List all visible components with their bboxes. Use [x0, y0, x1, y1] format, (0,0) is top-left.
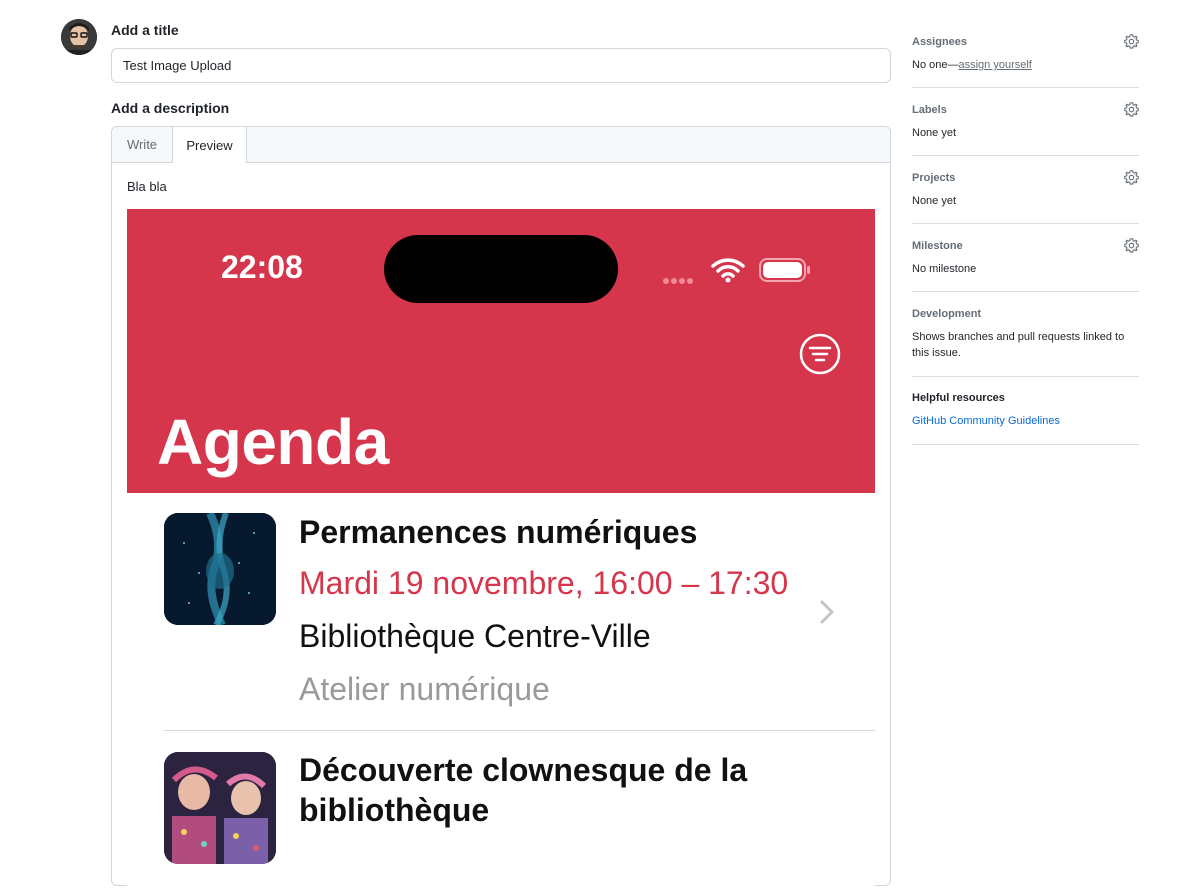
dynamic-island: [384, 235, 618, 303]
labels-value: None yet: [912, 127, 957, 139]
preview-text: Bla bla: [127, 179, 167, 194]
event-thumbnail: [164, 752, 276, 864]
sidebar-development: Development Shows branches and pull requ…: [912, 308, 1139, 377]
event-divider: [164, 730, 875, 731]
sidebar-helpful-resources: Helpful resources GitHub Community Guide…: [912, 392, 1139, 445]
gear-icon[interactable]: [1124, 238, 1139, 253]
projects-value: None yet: [912, 195, 957, 207]
projects-heading: Projects: [912, 172, 956, 184]
milestone-heading: Milestone: [912, 240, 963, 252]
gear-icon[interactable]: [1124, 170, 1139, 185]
event-category: Atelier numérique: [299, 671, 550, 707]
description-label: Add a description: [111, 100, 230, 116]
helpful-heading: Helpful resources: [912, 392, 1005, 404]
description-editor: Write Preview Bla bla 22:08 Agenda Perma…: [111, 126, 891, 889]
event-title: Permanences numériques: [299, 514, 698, 550]
community-guidelines-link[interactable]: GitHub Community Guidelines: [912, 413, 1060, 429]
signal-icon: [663, 271, 695, 289]
battery-icon: [759, 258, 810, 282]
avatar[interactable]: [61, 19, 97, 55]
assignees-none: No one—: [912, 59, 959, 71]
event-thumbnail: [164, 513, 276, 625]
labels-heading: Labels: [912, 104, 947, 116]
tab-preview[interactable]: Preview: [172, 127, 247, 163]
title-label: Add a title: [111, 22, 179, 38]
title-input[interactable]: [111, 48, 891, 83]
gear-icon[interactable]: [1124, 102, 1139, 117]
chevron-right-icon: [820, 600, 834, 624]
assignees-heading: Assignees: [912, 36, 968, 48]
app-header: 22:08 Agenda: [127, 209, 875, 493]
status-time: 22:08: [221, 249, 303, 285]
event-datetime: Mardi 19 novembre, 16:00 – 17:30: [299, 565, 789, 601]
wifi-icon: [711, 258, 745, 283]
assign-yourself-link[interactable]: assign yourself: [958, 59, 1031, 71]
sidebar-milestone: Milestone No milestone: [912, 238, 1139, 292]
event-place: Bibliothèque Centre-Ville: [299, 618, 651, 654]
development-value: Shows branches and pull requests linked …: [912, 331, 1125, 359]
tab-write[interactable]: Write: [112, 127, 172, 162]
embedded-screenshot: 22:08 Agenda Permanences numériques Mard…: [127, 209, 875, 889]
sidebar-assignees: Assignees No one—assign yourself: [912, 34, 1139, 88]
editor-tabbar: Write Preview: [112, 127, 890, 163]
sidebar-labels: Labels None yet: [912, 102, 1139, 156]
gear-icon[interactable]: [1124, 34, 1139, 49]
event-title: Découverte clownesque de la bibliothèque: [299, 752, 748, 828]
filter-icon[interactable]: [799, 333, 841, 375]
development-heading: Development: [912, 308, 982, 320]
sidebar-projects: Projects None yet: [912, 170, 1139, 224]
assignees-value: No one—assign yourself: [912, 57, 1032, 73]
agenda-title: Agenda: [157, 406, 389, 478]
milestone-value: No milestone: [912, 263, 977, 275]
